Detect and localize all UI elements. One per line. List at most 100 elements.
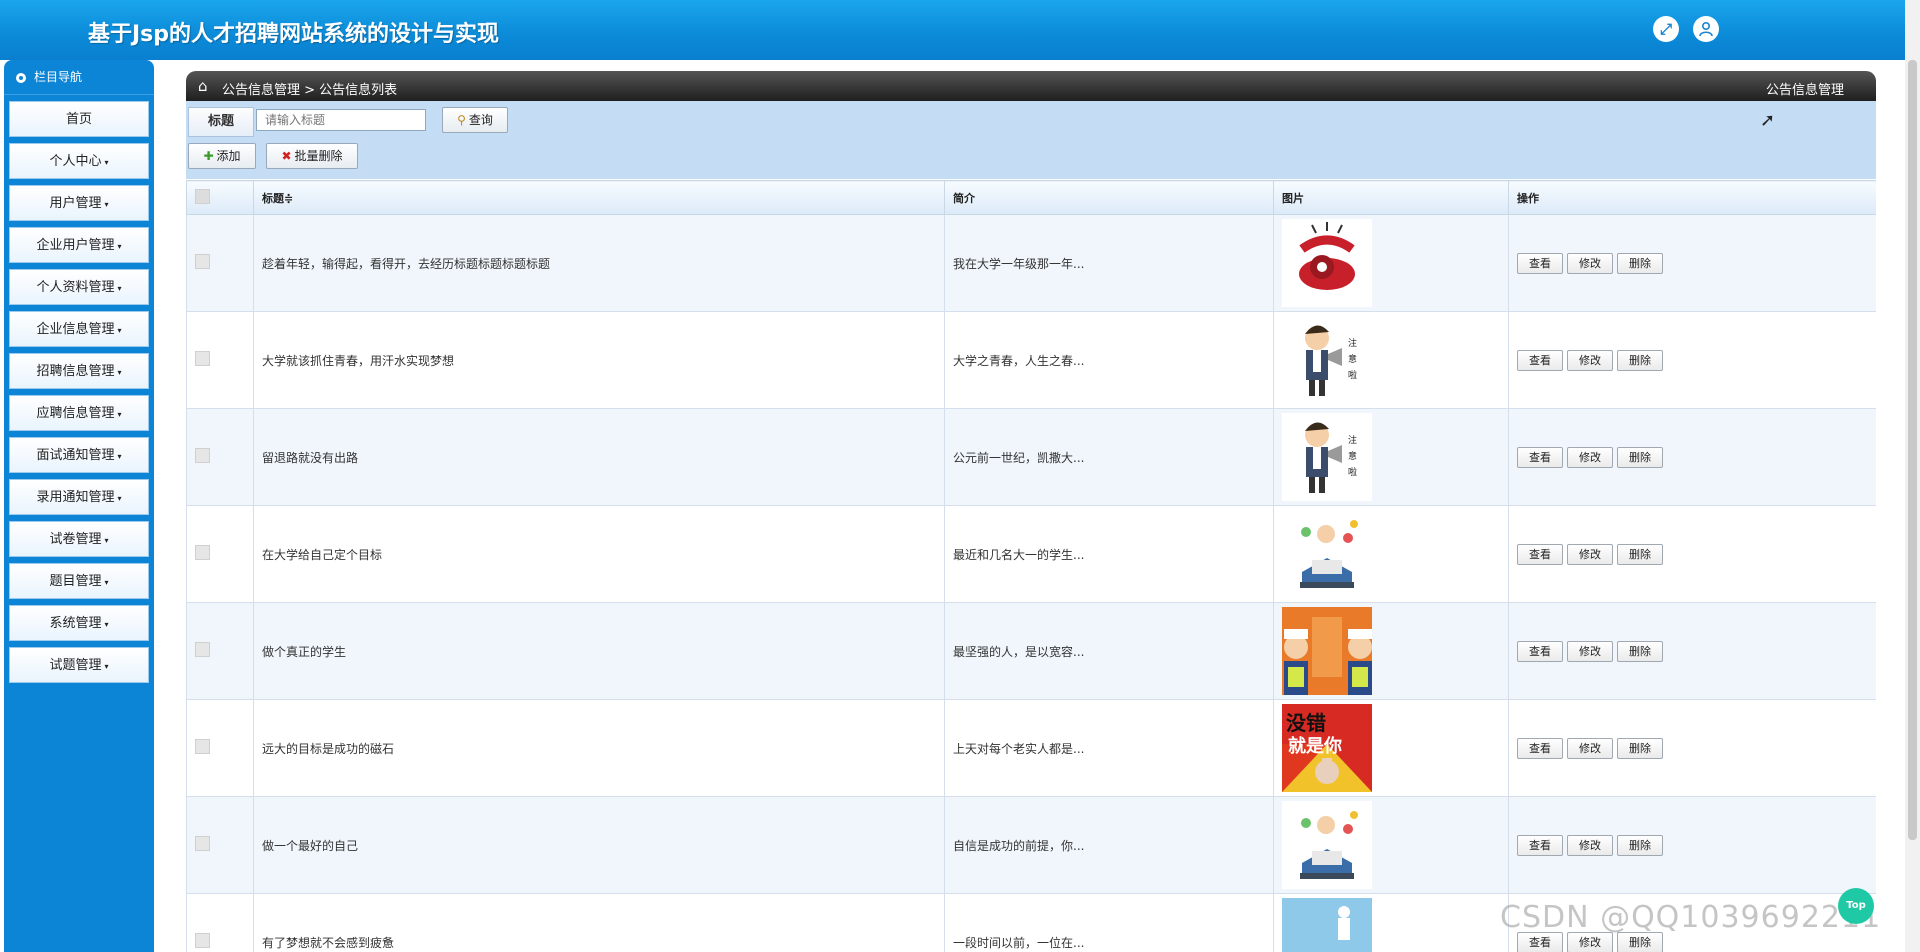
search-icon: ⚲ xyxy=(457,113,466,127)
edit-button[interactable]: 修改 xyxy=(1567,349,1613,371)
page-scrollbar[interactable] xyxy=(1905,0,1920,952)
select-all-checkbox[interactable] xyxy=(195,188,210,204)
select-all-header[interactable] xyxy=(186,180,254,215)
view-button[interactable]: 查看 xyxy=(1517,349,1563,371)
delete-button[interactable]: 删除 xyxy=(1617,446,1663,468)
title-cell: 留退路就没有出路 xyxy=(253,408,945,506)
table-body: 趁着年轻，输得起，看得开，去经历标题标题标题标题 我在大学一年级那一年... 查看修… xyxy=(186,214,1876,952)
sidebar-item[interactable]: 系统管理 ▾ xyxy=(9,605,149,641)
reader-balloons-image xyxy=(1282,801,1372,889)
edit-button[interactable]: 修改 xyxy=(1567,543,1613,565)
user-icon[interactable] xyxy=(1693,16,1719,42)
sort-icon[interactable]: ≑ xyxy=(284,192,293,205)
image-cell: 注意啦 xyxy=(1273,408,1509,506)
edit-button[interactable]: 修改 xyxy=(1567,737,1613,759)
sidebar-item[interactable]: 面试通知管理 ▾ xyxy=(9,437,149,473)
delete-button[interactable]: 删除 xyxy=(1617,252,1663,274)
caret-down-icon: ▾ xyxy=(117,326,122,335)
man-megaphone-image: 注意啦 xyxy=(1282,413,1372,501)
table-row: 做个真正的学生 最坚强的人，是以宽容... 查看 修改 删除 xyxy=(186,602,1876,700)
title-column-header[interactable]: 标题≑ xyxy=(253,180,945,215)
svg-text:就是你: 就是你 xyxy=(1288,735,1342,757)
mouse-cursor-icon: ➚ xyxy=(1760,110,1776,131)
nav-dot-icon xyxy=(16,72,26,83)
operation-column-header: 操作 xyxy=(1508,180,1876,215)
sidebar-item[interactable]: 题目管理 ▾ xyxy=(9,563,149,599)
summary-cell: 上天对每个老实人都是... xyxy=(944,699,1274,797)
sidebar-item[interactable]: 个人中心 ▾ xyxy=(9,143,149,179)
row-checkbox[interactable] xyxy=(195,448,210,463)
image-cell xyxy=(1273,796,1509,894)
sidebar-item[interactable]: 用户管理 ▾ xyxy=(9,185,149,221)
fullscreen-icon[interactable]: ⤢ xyxy=(1653,16,1679,42)
title-cell: 远大的目标是成功的磁石 xyxy=(253,699,945,797)
caret-down-icon: ▾ xyxy=(117,242,122,251)
reader-balloons-image xyxy=(1282,510,1372,598)
search-button[interactable]: ⚲ 查询 xyxy=(442,107,508,133)
home-icon[interactable]: ⌂ xyxy=(198,77,208,95)
delete-button[interactable]: 删除 xyxy=(1617,543,1663,565)
delete-button[interactable]: 删除 xyxy=(1617,737,1663,759)
batch-delete-button[interactable]: ✖ 批量删除 xyxy=(266,143,358,169)
delete-button[interactable]: 删除 xyxy=(1617,834,1663,856)
svg-text:意: 意 xyxy=(1348,450,1357,462)
row-checkbox[interactable] xyxy=(195,254,210,269)
image-cell: 没错 就是你 xyxy=(1273,699,1509,797)
summary-cell: 我在大学一年级那一年... xyxy=(944,214,1274,312)
sidebar-item[interactable]: 个人资料管理 ▾ xyxy=(9,269,149,305)
view-button[interactable]: 查看 xyxy=(1517,543,1563,565)
image-cell xyxy=(1273,505,1509,603)
summary-column-header: 简介 xyxy=(944,180,1274,215)
search-input[interactable] xyxy=(256,109,426,131)
caret-down-icon: ▾ xyxy=(117,284,122,293)
edit-button[interactable]: 修改 xyxy=(1567,834,1613,856)
sidebar-item[interactable]: 首页 xyxy=(9,101,149,137)
edit-button[interactable]: 修改 xyxy=(1567,252,1613,274)
edit-button[interactable]: 修改 xyxy=(1567,640,1613,662)
sidebar-item-label: 企业信息管理 xyxy=(36,322,115,337)
operation-cell: 查看 修改 删除 xyxy=(1508,505,1876,603)
sidebar-heading-label: 栏目导航 xyxy=(34,70,83,84)
row-checkbox[interactable] xyxy=(195,545,210,560)
image-column-header: 图片 xyxy=(1273,180,1509,215)
add-button[interactable]: ✚ 添加 xyxy=(188,143,256,169)
sidebar-item[interactable]: 企业用户管理 ▾ xyxy=(9,227,149,263)
sidebar-heading: 栏目导航 xyxy=(4,60,154,95)
sidebar-item-label: 个人资料管理 xyxy=(36,280,115,295)
view-button[interactable]: 查看 xyxy=(1517,252,1563,274)
back-to-top-button[interactable]: Top xyxy=(1838,888,1874,924)
sidebar-item[interactable]: 企业信息管理 ▾ xyxy=(9,311,149,347)
app-title: 基于Jsp的人才招聘网站系统的设计与实现 xyxy=(88,22,500,47)
red-telephone-image xyxy=(1282,219,1372,307)
row-checkbox[interactable] xyxy=(195,739,210,754)
delete-button[interactable]: 删除 xyxy=(1617,349,1663,371)
sidebar-item[interactable]: 试卷管理 ▾ xyxy=(9,521,149,557)
caret-down-icon: ▾ xyxy=(104,662,109,671)
caret-down-icon: ▾ xyxy=(104,536,109,545)
sidebar-item[interactable]: 试题管理 ▾ xyxy=(9,647,149,683)
sidebar-item[interactable]: 录用通知管理 ▾ xyxy=(9,479,149,515)
view-button[interactable]: 查看 xyxy=(1517,640,1563,662)
row-checkbox[interactable] xyxy=(195,836,210,851)
sidebar-item[interactable]: 应聘信息管理 ▾ xyxy=(9,395,149,431)
delete-button[interactable]: 删除 xyxy=(1617,640,1663,662)
view-button[interactable]: 查看 xyxy=(1517,737,1563,759)
sidebar-item[interactable]: 招聘信息管理 ▾ xyxy=(9,353,149,389)
image-cell xyxy=(1273,893,1509,952)
row-checkbox[interactable] xyxy=(195,933,210,948)
sidebar-item-label: 首页 xyxy=(65,112,92,127)
scrollbar-thumb[interactable] xyxy=(1908,60,1917,840)
top-header: 基于Jsp的人才招聘网站系统的设计与实现 ⤢ xyxy=(0,0,1905,60)
view-button[interactable]: 查看 xyxy=(1517,446,1563,468)
sidebar-item-label: 应聘信息管理 xyxy=(36,406,115,421)
row-checkbox[interactable] xyxy=(195,351,210,366)
image-cell xyxy=(1273,602,1509,700)
title-cell: 趁着年轻，输得起，看得开，去经历标题标题标题标题 xyxy=(253,214,945,312)
view-button[interactable]: 查看 xyxy=(1517,834,1563,856)
sidebar-menu: 首页 个人中心 ▾ 用户管理 ▾ 企业用户管理 ▾ 个人资料管理 ▾ 企业信息管理 ▾ 招聘信息管理 ▾… xyxy=(4,101,154,683)
row-checkbox[interactable] xyxy=(195,642,210,657)
edit-button[interactable]: 修改 xyxy=(1567,446,1613,468)
operation-cell: 查看 修改 删除 xyxy=(1508,699,1876,797)
breadcrumb-bar: ⌂ 公告信息管理 > 公告信息列表 公告信息管理 xyxy=(186,71,1876,101)
row-select-cell xyxy=(186,505,254,603)
